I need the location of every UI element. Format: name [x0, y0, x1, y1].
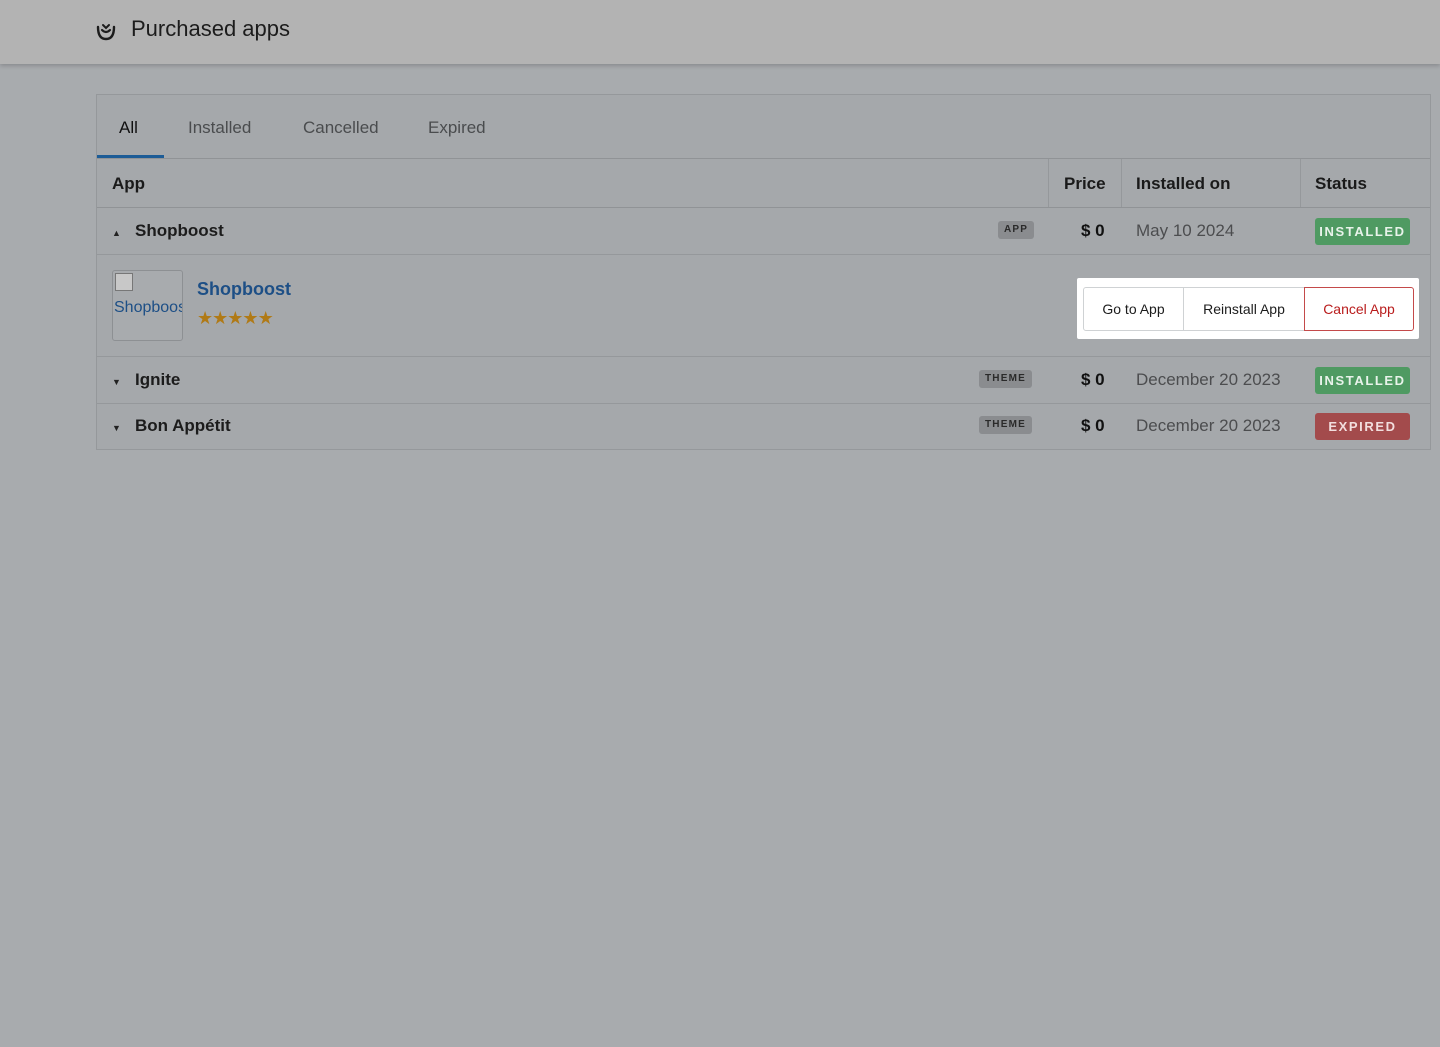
app-name: Bon Appétit	[135, 416, 231, 435]
broken-image-icon	[115, 273, 133, 291]
caret-down-icon[interactable]: ▼	[112, 423, 121, 433]
table-row[interactable]: ▼ Bon Appétit THEME $ 0 December 20 2023…	[97, 403, 1430, 450]
installed-date: December 20 2023	[1136, 416, 1281, 435]
top-bar: Purchased apps	[0, 0, 1440, 64]
table-row[interactable]: ▲ Shopboost APP $ 0 May 10 2024 INSTALLE…	[97, 208, 1430, 255]
tab-cancelled[interactable]: Cancelled	[303, 118, 379, 138]
type-badge: THEME	[979, 370, 1032, 388]
type-badge: APP	[998, 221, 1035, 239]
installed-date: December 20 2023	[1136, 370, 1281, 389]
app-link[interactable]: Shopboost	[197, 279, 291, 300]
reinstall-app-button[interactable]: Reinstall App	[1183, 287, 1305, 331]
price: $ 0	[1081, 416, 1105, 435]
thumbnail-alt-text: Shopboost	[114, 299, 183, 316]
tab-expired[interactable]: Expired	[428, 118, 486, 138]
star-rating: ★★★★★	[197, 308, 274, 329]
app-name: Ignite	[135, 370, 181, 389]
app-thumbnail: Shopboost	[112, 270, 183, 341]
column-divider	[1121, 159, 1122, 207]
star-icon: ★	[197, 308, 213, 328]
star-icon: ★	[257, 308, 274, 328]
installed-date: May 10 2024	[1136, 221, 1235, 240]
tab-all[interactable]: All	[119, 118, 138, 138]
page-title: Purchased apps	[131, 16, 290, 41]
go-to-app-button[interactable]: Go to App	[1083, 287, 1184, 331]
caret-up-icon[interactable]: ▲	[112, 228, 121, 238]
cancel-app-button[interactable]: Cancel App	[1304, 287, 1414, 331]
type-badge: THEME	[979, 416, 1032, 434]
app-detail: Shopboost Shopboost ★★★★★ Go to App Rein…	[97, 255, 1430, 357]
column-divider	[1300, 159, 1301, 207]
column-divider	[1048, 159, 1049, 207]
star-icon: ★	[212, 308, 228, 328]
status-badge: INSTALLED	[1315, 218, 1410, 245]
star-icon: ★	[227, 308, 243, 328]
table-row[interactable]: ▼ Ignite THEME $ 0 December 20 2023 INST…	[97, 357, 1430, 404]
tab-bar: All Installed Cancelled Expired	[97, 95, 1430, 159]
caret-down-icon[interactable]: ▼	[112, 377, 121, 387]
price: $ 0	[1081, 221, 1105, 240]
tab-installed[interactable]: Installed	[188, 118, 251, 138]
column-header-status: Status	[1315, 174, 1367, 193]
purchased-apps-panel: All Installed Cancelled Expired App Pric…	[96, 94, 1431, 450]
active-tab-indicator	[97, 155, 164, 158]
status-badge: EXPIRED	[1315, 413, 1410, 440]
app-name: Shopboost	[135, 221, 224, 240]
column-header-installed-on: Installed on	[1136, 174, 1231, 193]
column-header-price: Price	[1064, 174, 1106, 193]
price: $ 0	[1081, 370, 1105, 389]
action-button-group: Go to App Reinstall App Cancel App	[1077, 278, 1419, 339]
status-badge: INSTALLED	[1315, 367, 1410, 394]
column-header-app: App	[112, 174, 146, 193]
star-icon: ★	[242, 308, 258, 328]
smile-logo-icon	[96, 24, 116, 41]
table-header: App Price Installed on Status	[97, 159, 1430, 208]
